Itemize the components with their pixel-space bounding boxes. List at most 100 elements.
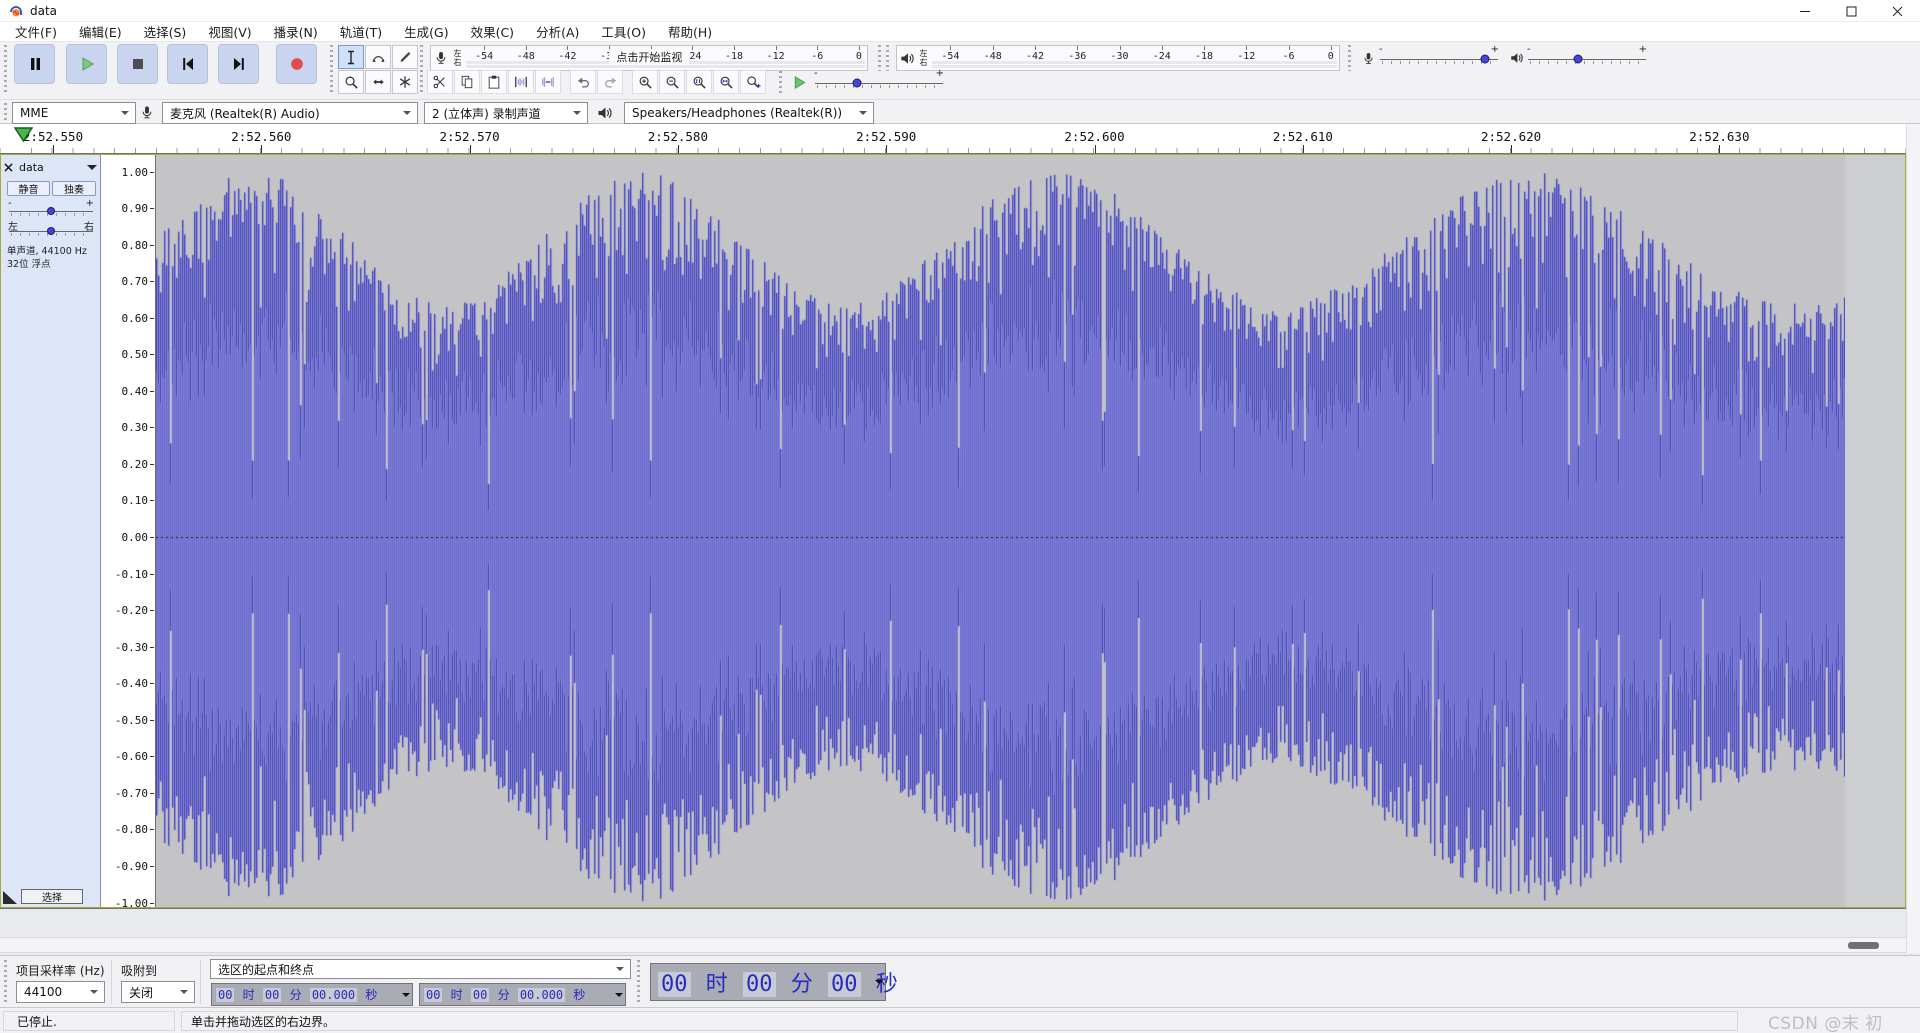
zoom-out-button[interactable] bbox=[659, 70, 685, 94]
toolbar-grip[interactable] bbox=[1348, 45, 1351, 71]
slider-thumb[interactable] bbox=[47, 227, 55, 235]
record-button[interactable] bbox=[276, 44, 317, 84]
zoom-toggle-button[interactable] bbox=[740, 70, 766, 94]
selection-range-mode-select[interactable]: 选区的起点和终点 bbox=[210, 959, 631, 979]
horizontal-scrollbar-thumb[interactable] bbox=[1848, 942, 1879, 949]
audio-position-field[interactable]: 00 时 00 分 00 秒 bbox=[650, 963, 886, 1001]
recording-meter[interactable]: 左 右 点击开始监视 -54-48-42-36-30-24-18-12-60 bbox=[430, 45, 868, 71]
slider-thumb[interactable] bbox=[852, 79, 861, 88]
vruler-label: -0.70 bbox=[115, 786, 154, 800]
toolbar-grip[interactable] bbox=[4, 45, 7, 95]
skip-to-end-button[interactable] bbox=[218, 44, 259, 84]
envelope-icon bbox=[371, 50, 386, 64]
menu-item[interactable]: 选择(S) bbox=[133, 22, 198, 41]
playback-device-select[interactable]: Speakers/Headphones (Realtek(R)) bbox=[624, 102, 874, 124]
menu-item[interactable]: 编辑(E) bbox=[68, 22, 133, 41]
close-icon[interactable] bbox=[1874, 0, 1920, 22]
slider-thumb[interactable] bbox=[47, 207, 55, 215]
vertical-ruler[interactable]: 1.000.900.800.700.600.500.400.300.200.10… bbox=[101, 155, 156, 907]
cut-button[interactable] bbox=[427, 70, 453, 94]
recording-volume-slider[interactable]: - + bbox=[1378, 45, 1500, 71]
slider-thumb[interactable] bbox=[1481, 55, 1490, 64]
play-at-speed-button[interactable] bbox=[786, 70, 812, 94]
pan-slider[interactable]: 左 右 bbox=[7, 219, 95, 239]
field-caret-icon[interactable] bbox=[402, 993, 410, 1001]
horizontal-scrollbar[interactable] bbox=[0, 937, 1906, 953]
vertical-scrollbar[interactable] bbox=[1906, 124, 1920, 953]
project-rate-select[interactable]: 44100 bbox=[16, 981, 105, 1003]
multi-tool-button[interactable] bbox=[392, 70, 418, 94]
timeline-ruler[interactable]: 2:52.5502:52.5602:52.5702:52.5802:52.590… bbox=[0, 124, 1920, 154]
menu-item[interactable]: 分析(A) bbox=[525, 22, 590, 41]
toolbar-grip[interactable] bbox=[779, 71, 782, 93]
menu-item[interactable]: 播录(N) bbox=[263, 22, 329, 41]
pause-button[interactable] bbox=[14, 44, 55, 84]
menu-item[interactable]: 帮助(H) bbox=[657, 22, 723, 41]
playback-volume-slider[interactable]: - + bbox=[1526, 45, 1648, 71]
paste-button[interactable] bbox=[481, 70, 507, 94]
track-menu-icon[interactable] bbox=[87, 165, 97, 175]
skip-to-start-button[interactable] bbox=[167, 44, 208, 84]
menu-item[interactable]: 效果(C) bbox=[460, 22, 525, 41]
field-caret-icon[interactable] bbox=[875, 980, 883, 988]
waveform-area[interactable] bbox=[156, 155, 1905, 907]
play-speed-slider[interactable]: - + bbox=[813, 69, 945, 95]
fit-selection-button[interactable] bbox=[686, 70, 712, 94]
toolbar-grip[interactable] bbox=[637, 960, 640, 1004]
selection-start-field[interactable]: 00 时 00 分 00.000 秒 bbox=[211, 983, 413, 1006]
toolbar-grip[interactable] bbox=[330, 45, 333, 95]
vruler-label: 1.00 bbox=[122, 165, 155, 179]
silence-audio-button[interactable] bbox=[535, 70, 561, 94]
record-channel-labels: 左 右 bbox=[451, 46, 464, 70]
slider-thumb[interactable] bbox=[1574, 55, 1583, 64]
menu-bar: 文件(F)编辑(E)选择(S)视图(V)播录(N)轨道(T)生成(G)效果(C)… bbox=[0, 22, 1920, 42]
redo-icon bbox=[603, 75, 618, 89]
menu-item[interactable]: 轨道(T) bbox=[329, 22, 393, 41]
audio-host-select[interactable]: MME bbox=[12, 102, 136, 124]
draw-tool-button[interactable] bbox=[392, 45, 418, 69]
recording-device-select[interactable]: 麦克风 (Realtek(R) Audio) bbox=[162, 102, 418, 124]
fit-project-button[interactable] bbox=[713, 70, 739, 94]
menu-item[interactable]: 视图(V) bbox=[197, 22, 262, 41]
toolbar-grip[interactable] bbox=[878, 45, 881, 71]
undo-button[interactable] bbox=[570, 70, 596, 94]
track-close-icon[interactable] bbox=[4, 163, 13, 172]
selection-end-field[interactable]: 00 时 00 分 00.000 秒 bbox=[419, 983, 626, 1006]
field-caret-icon[interactable] bbox=[615, 993, 623, 1001]
recording-channels-select[interactable]: 2 (立体声) 录制声道 bbox=[424, 102, 588, 124]
trim-audio-button[interactable] bbox=[508, 70, 534, 94]
menu-item[interactable]: 文件(F) bbox=[4, 22, 68, 41]
play-position-marker-icon[interactable] bbox=[14, 127, 33, 142]
gain-slider[interactable]: - + bbox=[7, 199, 95, 219]
speaker-icon bbox=[1506, 51, 1526, 65]
minimize-icon[interactable] bbox=[1782, 0, 1828, 22]
toolbar-grip[interactable] bbox=[886, 45, 889, 71]
envelope-tool-button[interactable] bbox=[365, 45, 391, 69]
selection-tool-button[interactable] bbox=[338, 45, 364, 69]
track-collapse-icon[interactable] bbox=[3, 891, 17, 904]
stop-button[interactable] bbox=[117, 44, 158, 84]
toolbar-grip[interactable] bbox=[4, 103, 7, 123]
copy-button[interactable] bbox=[454, 70, 480, 94]
menu-item[interactable]: 工具(O) bbox=[590, 22, 657, 41]
solo-button[interactable]: 独奏 bbox=[52, 181, 96, 196]
track-after-clip[interactable] bbox=[1845, 155, 1905, 907]
toolbar-grip[interactable] bbox=[420, 45, 423, 95]
waveform-canvas[interactable] bbox=[156, 157, 1845, 907]
toolbar-grip[interactable] bbox=[4, 960, 7, 1004]
timeshift-tool-button[interactable] bbox=[365, 70, 391, 94]
snap-select[interactable]: 关闭 bbox=[121, 981, 195, 1003]
zoom-in-button[interactable] bbox=[632, 70, 658, 94]
track-name[interactable]: data bbox=[19, 161, 44, 174]
monitor-hint[interactable]: 点击开始监视 bbox=[609, 49, 689, 65]
meter-tick bbox=[526, 46, 527, 50]
zoom-tool-button[interactable] bbox=[338, 70, 364, 94]
menu-item[interactable]: 生成(G) bbox=[393, 22, 459, 41]
mute-button[interactable]: 静音 bbox=[7, 181, 50, 196]
record-icon bbox=[289, 56, 305, 72]
track-select-button[interactable]: 选择 bbox=[21, 889, 83, 904]
redo-button[interactable] bbox=[597, 70, 623, 94]
playback-meter[interactable]: 左 右 -54-48-42-36-30-24-18-12-60 bbox=[896, 45, 1340, 71]
play-button[interactable] bbox=[66, 44, 107, 84]
maximize-icon[interactable] bbox=[1828, 0, 1874, 22]
